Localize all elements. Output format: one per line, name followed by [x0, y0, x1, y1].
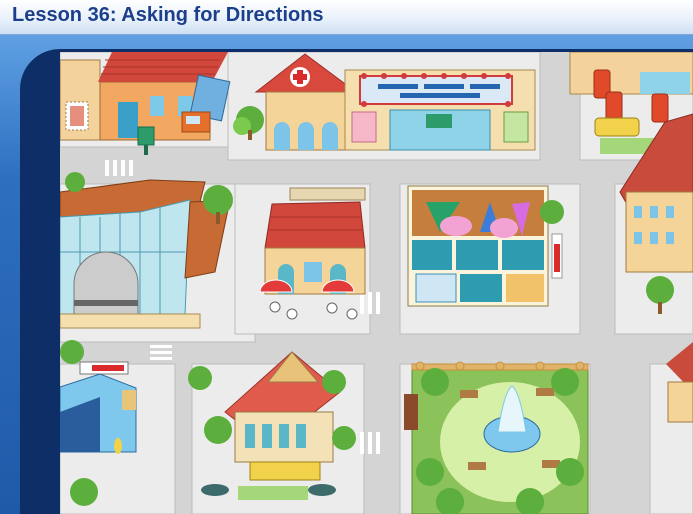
lesson-title: Lesson 36: Asking for Directions — [12, 4, 324, 26]
toy-store[interactable] — [407, 185, 563, 307]
town-map — [60, 52, 693, 514]
subway-icon — [60, 373, 137, 453]
stamp-icon — [65, 101, 89, 131]
park[interactable] — [404, 361, 589, 514]
department-store[interactable] — [344, 69, 536, 151]
lesson-header: Lesson 36: Asking for Directions — [0, 0, 693, 35]
bank-icon — [234, 411, 334, 463]
